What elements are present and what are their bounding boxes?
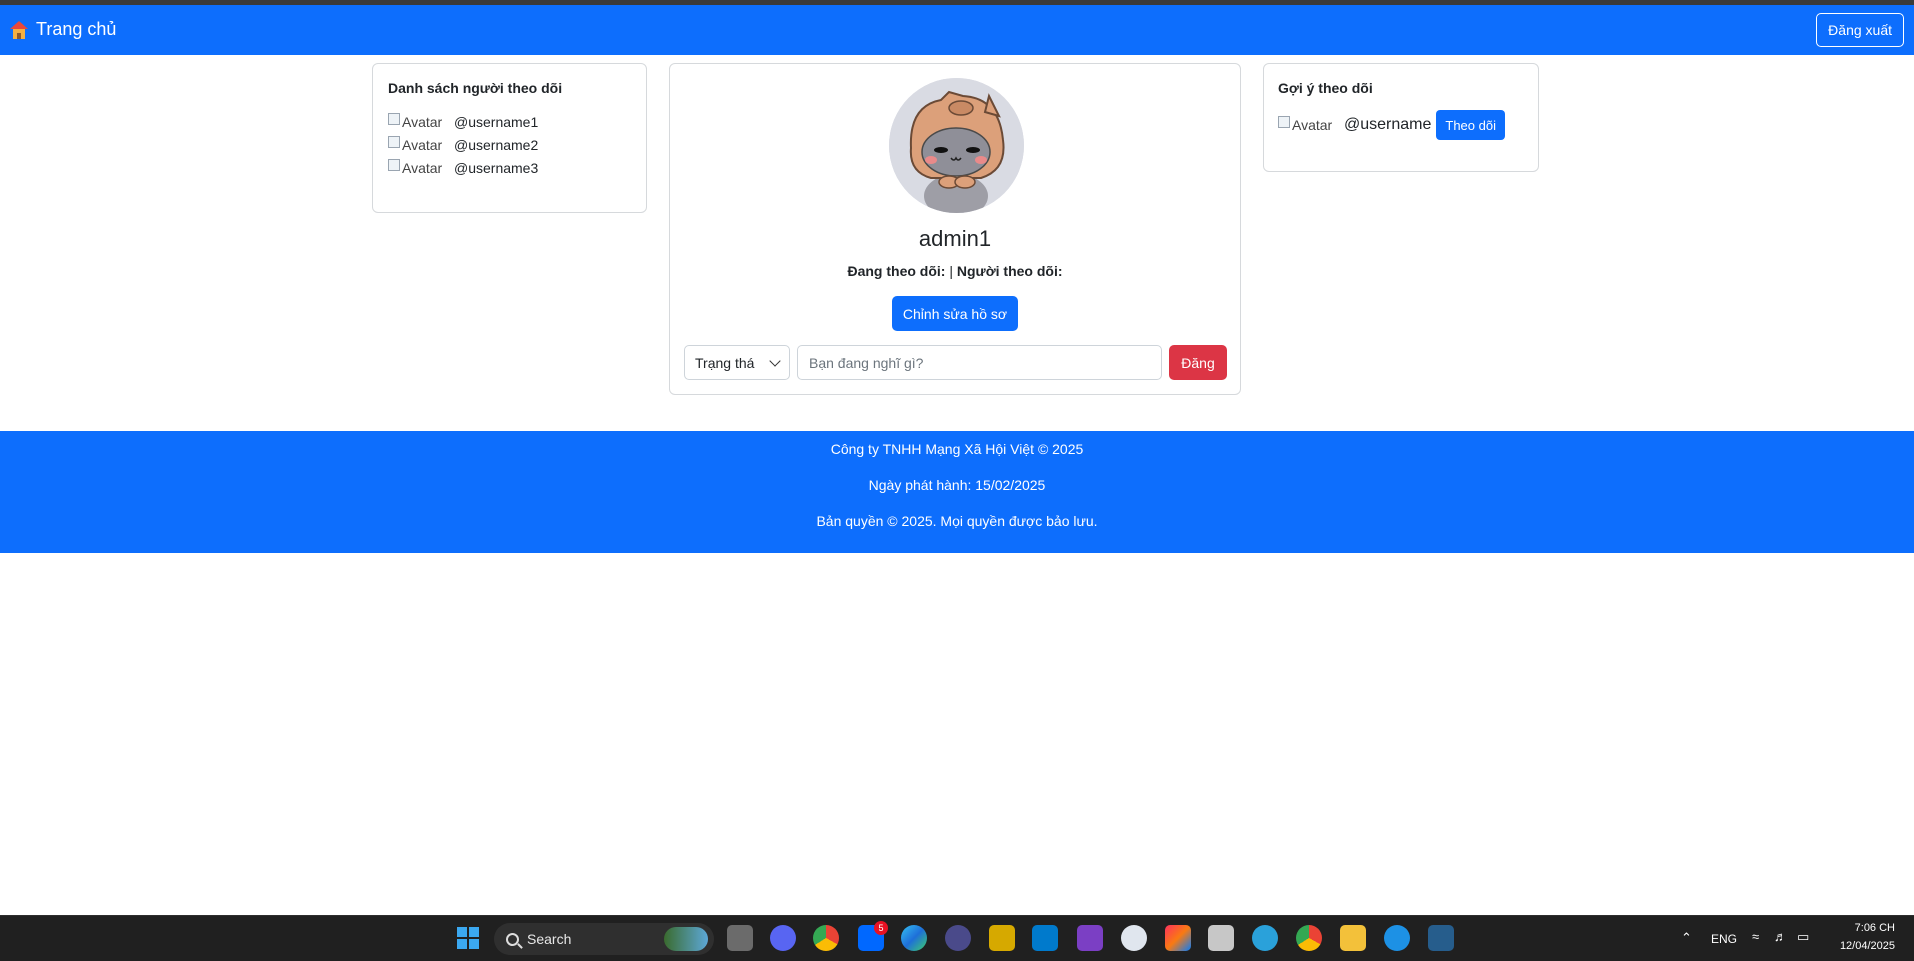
telegram-icon[interactable] [1252, 925, 1278, 951]
broken-image-icon [388, 135, 400, 148]
start-icon[interactable] [455, 925, 481, 951]
chrome-active-icon[interactable] [1296, 925, 1322, 951]
volume-icon[interactable]: ♬ [1774, 929, 1787, 944]
logout-button[interactable]: Đăng xuất [1816, 13, 1904, 47]
profile-avatar[interactable] [889, 78, 1024, 213]
edit-profile-button[interactable]: Chỉnh sửa hồ sơ [892, 296, 1018, 331]
taskbar-search[interactable]: Search [494, 923, 714, 955]
home-link[interactable]: Trang chủ [10, 19, 116, 40]
avatar: Avatar [388, 158, 450, 177]
broken-image-icon [388, 158, 400, 171]
wifi-icon[interactable]: ≈ [1752, 929, 1759, 944]
post-composer: Trạng thá Đăng [684, 345, 1227, 380]
following-label: Đang theo dõi: [847, 263, 946, 279]
footer: Công ty TNHH Mạng Xã Hội Việt © 2025 Ngà… [0, 431, 1914, 553]
search-highlight-image [664, 927, 708, 951]
brand-label: Trang chủ [36, 19, 117, 39]
broken-image-icon [388, 112, 400, 125]
explorer-icon[interactable] [1340, 925, 1366, 951]
profile-username: admin1 [918, 226, 992, 251]
language-indicator[interactable]: ENG [1711, 932, 1737, 946]
zalo-icon[interactable]: 5 [858, 921, 888, 951]
post-button[interactable]: Đăng [1169, 345, 1227, 380]
intellij-icon[interactable] [1165, 925, 1191, 951]
android-studio-icon[interactable] [1121, 925, 1147, 951]
suggestion-item: Avatar @username Theo dõi [1278, 110, 1524, 140]
edge-icon[interactable] [901, 925, 927, 951]
house-icon [10, 20, 28, 39]
follower-item[interactable]: Avatar @username1 [388, 110, 631, 133]
status-select-value: Trạng thá [695, 354, 755, 371]
avatar: Avatar [388, 135, 450, 154]
chrome-icon[interactable] [813, 925, 839, 951]
follower-item[interactable]: Avatar @username2 [388, 133, 631, 156]
footer-company: Công ty TNHH Mạng Xã Hội Việt © 2025 [830, 441, 1084, 457]
tray-chevron-up-icon[interactable]: ⌃ [1681, 930, 1692, 946]
suggestions-card: Gợi ý theo dõi Avatar @username Theo dõi [1263, 63, 1539, 172]
follower-username: @username2 [454, 136, 539, 153]
follow-stats: Đang theo dõi: | Người theo dõi: [670, 263, 1240, 279]
taskbar-search-label: Search [527, 931, 572, 947]
broken-image-icon [1278, 116, 1290, 128]
footer-copyright: Bản quyền © 2025. Mọi quyền được bảo lưu… [816, 513, 1098, 529]
search-icon [506, 932, 519, 946]
clock-time[interactable]: 7:06 CH [1850, 922, 1895, 934]
cat-avatar-illustration [889, 78, 1024, 213]
footer-release-date: Ngày phát hành: 15/02/2025 [868, 477, 1046, 493]
battery-icon[interactable]: ▭ [1797, 929, 1809, 945]
discord-icon[interactable] [770, 925, 796, 951]
follower-username: @username3 [454, 159, 539, 176]
docker-icon[interactable] [1384, 925, 1410, 951]
zalo-notification-badge: 5 [874, 921, 888, 935]
task-view-icon[interactable] [727, 925, 753, 951]
vscode-icon[interactable] [1032, 925, 1058, 951]
mysql-workbench-icon[interactable] [1428, 925, 1454, 951]
status-select[interactable]: Trạng thá [684, 345, 790, 380]
taskbar: Search 5 ⌃ ENG ≈ ♬ ▭ 7:06 CH 12/04/2025 [0, 915, 1914, 961]
followers-card: Danh sách người theo dõi Avatar @usernam… [372, 63, 647, 213]
avatar: Avatar [1278, 116, 1340, 134]
suggestions-title: Gợi ý theo dõi [1278, 80, 1373, 96]
followers-title: Danh sách người theo dõi [388, 80, 563, 96]
file-manager-icon[interactable] [1208, 925, 1234, 951]
follow-button[interactable]: Theo dõi [1436, 110, 1505, 140]
app-icon[interactable] [945, 925, 971, 951]
profile-card: admin1 Đang theo dõi: | Người theo dõi: … [669, 63, 1241, 395]
follower-username: @username1 [454, 113, 539, 130]
followers-label: Người theo dõi: [956, 263, 1063, 279]
avatar: Avatar [388, 112, 450, 131]
app-icon[interactable] [989, 925, 1015, 951]
chevron-down-icon [769, 354, 781, 367]
follower-item[interactable]: Avatar @username3 [388, 156, 631, 179]
navbar: Trang chủ Đăng xuất [0, 5, 1914, 55]
suggestion-username: @username [1344, 116, 1432, 133]
stats-separator: | [949, 263, 953, 279]
post-input[interactable] [797, 345, 1162, 380]
clock-date[interactable]: 12/04/2025 [1830, 940, 1895, 952]
visual-studio-icon[interactable] [1077, 925, 1103, 951]
